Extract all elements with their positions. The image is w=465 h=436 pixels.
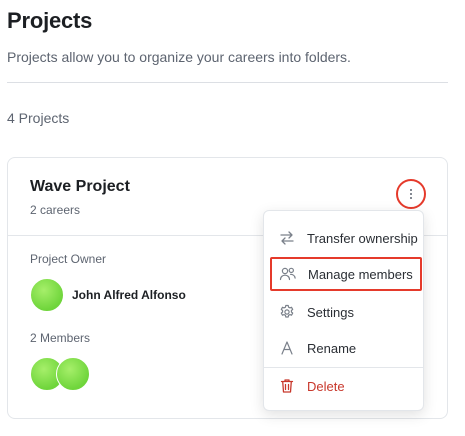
owner-row: John Alfred Alfonso xyxy=(30,278,186,312)
avatar xyxy=(30,278,64,312)
menu-item-delete[interactable]: Delete xyxy=(264,371,423,401)
members-label: 2 Members xyxy=(30,331,91,345)
members-icon xyxy=(279,265,297,283)
members-avatars[interactable] xyxy=(30,357,90,391)
project-careers-count: 2 careers xyxy=(30,203,81,217)
menu-item-settings[interactable]: Settings xyxy=(264,297,423,327)
page-title: Projects xyxy=(7,8,93,33)
projects-count: 4 Projects xyxy=(7,110,70,126)
more-options-button[interactable] xyxy=(396,179,426,209)
menu-item-label: Transfer ownership xyxy=(307,230,418,246)
avatar xyxy=(56,357,90,391)
menu-item-label: Delete xyxy=(307,378,345,394)
menu-item-manage-members[interactable]: Manage members xyxy=(270,257,422,291)
project-options-menu: Transfer ownership Manage members Settin… xyxy=(263,210,424,411)
kebab-icon xyxy=(410,189,412,199)
menu-separator xyxy=(264,367,423,368)
page-subtitle: Projects allow you to organize your care… xyxy=(7,49,351,65)
owner-label: Project Owner xyxy=(30,252,107,266)
gear-icon xyxy=(278,303,296,321)
owner-name: John Alfred Alfonso xyxy=(72,288,186,302)
menu-item-transfer-ownership[interactable]: Transfer ownership xyxy=(264,223,423,253)
menu-item-label: Manage members xyxy=(308,266,413,282)
menu-item-label: Rename xyxy=(307,340,357,356)
menu-item-rename[interactable]: Rename xyxy=(264,333,423,363)
divider xyxy=(7,82,448,83)
transfer-icon xyxy=(278,229,296,247)
trash-icon xyxy=(278,377,296,395)
menu-item-label: Settings xyxy=(307,304,354,320)
rename-icon xyxy=(278,339,296,357)
project-name[interactable]: Wave Project xyxy=(30,178,130,196)
